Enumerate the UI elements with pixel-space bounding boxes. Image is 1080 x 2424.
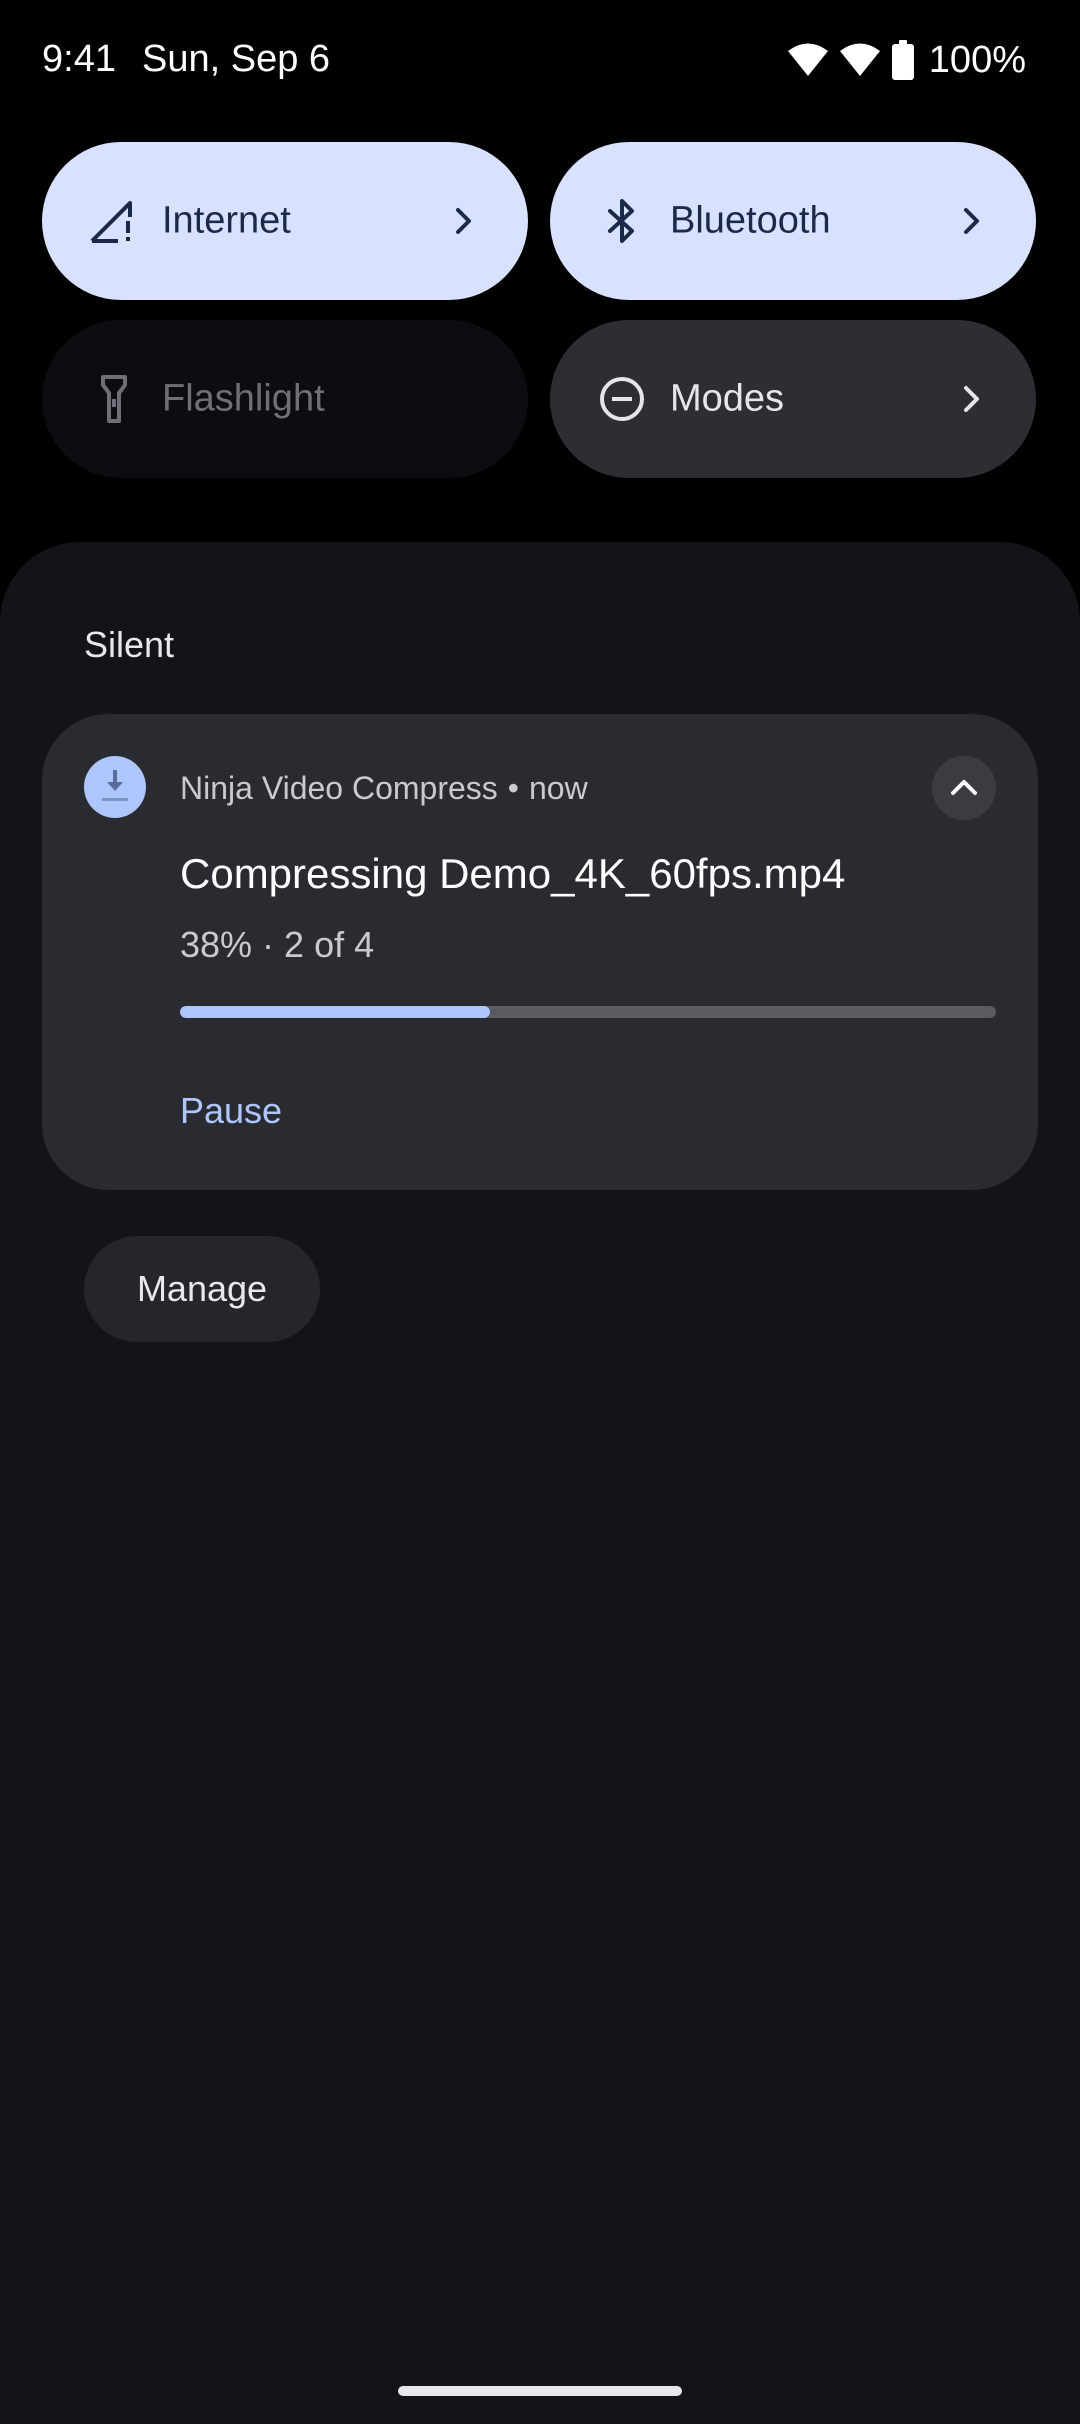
- tile-bluetooth-label: Bluetooth: [670, 199, 831, 242]
- header-separator: •: [507, 770, 519, 806]
- status-bar: 9:41 Sun, Sep 6 100%: [0, 0, 1080, 124]
- progress-fill: [180, 1006, 491, 1018]
- signal-off-icon: [86, 193, 142, 249]
- do-not-disturb-icon: [594, 371, 650, 427]
- progress-bar: [180, 1006, 996, 1018]
- notification-app-name: Ninja Video Compress: [180, 770, 498, 806]
- chevron-right-icon: [444, 201, 484, 241]
- flashlight-icon: [86, 371, 142, 427]
- wifi-icon: [787, 42, 829, 78]
- pause-button[interactable]: Pause: [180, 1090, 282, 1132]
- collapse-button[interactable]: [932, 756, 996, 820]
- status-icons: 100%: [787, 36, 1026, 84]
- tile-flashlight[interactable]: Flashlight: [42, 320, 528, 478]
- battery-percent: 100%: [928, 38, 1026, 81]
- notification-title: Compressing Demo_4K_60fps.mp4: [180, 850, 846, 897]
- tile-flashlight-label: Flashlight: [162, 377, 325, 420]
- screen: 9:41 Sun, Sep 6 100% Internet Bluetooth …: [0, 0, 1080, 2424]
- chevron-right-icon: [952, 379, 992, 419]
- tile-modes-label: Modes: [670, 377, 785, 420]
- status-date: Sun, Sep 6: [142, 38, 331, 80]
- app-icon: [84, 756, 146, 818]
- notification-subtitle: 38% · 2 of 4: [180, 924, 375, 965]
- tile-bluetooth[interactable]: Bluetooth: [550, 142, 1036, 300]
- home-indicator[interactable]: [398, 2386, 682, 2396]
- tile-internet-label: Internet: [162, 199, 291, 242]
- tile-internet[interactable]: Internet: [42, 142, 528, 300]
- chevron-right-icon: [952, 201, 992, 241]
- manage-button[interactable]: Manage: [84, 1236, 320, 1342]
- notification-time: now: [528, 770, 588, 806]
- notification-header: Ninja Video Compress • now: [180, 770, 588, 807]
- wifi-icon: [839, 42, 881, 78]
- battery-icon: [891, 40, 915, 80]
- section-label-silent: Silent: [84, 624, 175, 665]
- tile-modes[interactable]: Modes: [550, 320, 1036, 478]
- bluetooth-icon: [594, 193, 650, 249]
- manage-button-label: Manage: [136, 1268, 268, 1309]
- status-time: 9:41: [42, 38, 116, 80]
